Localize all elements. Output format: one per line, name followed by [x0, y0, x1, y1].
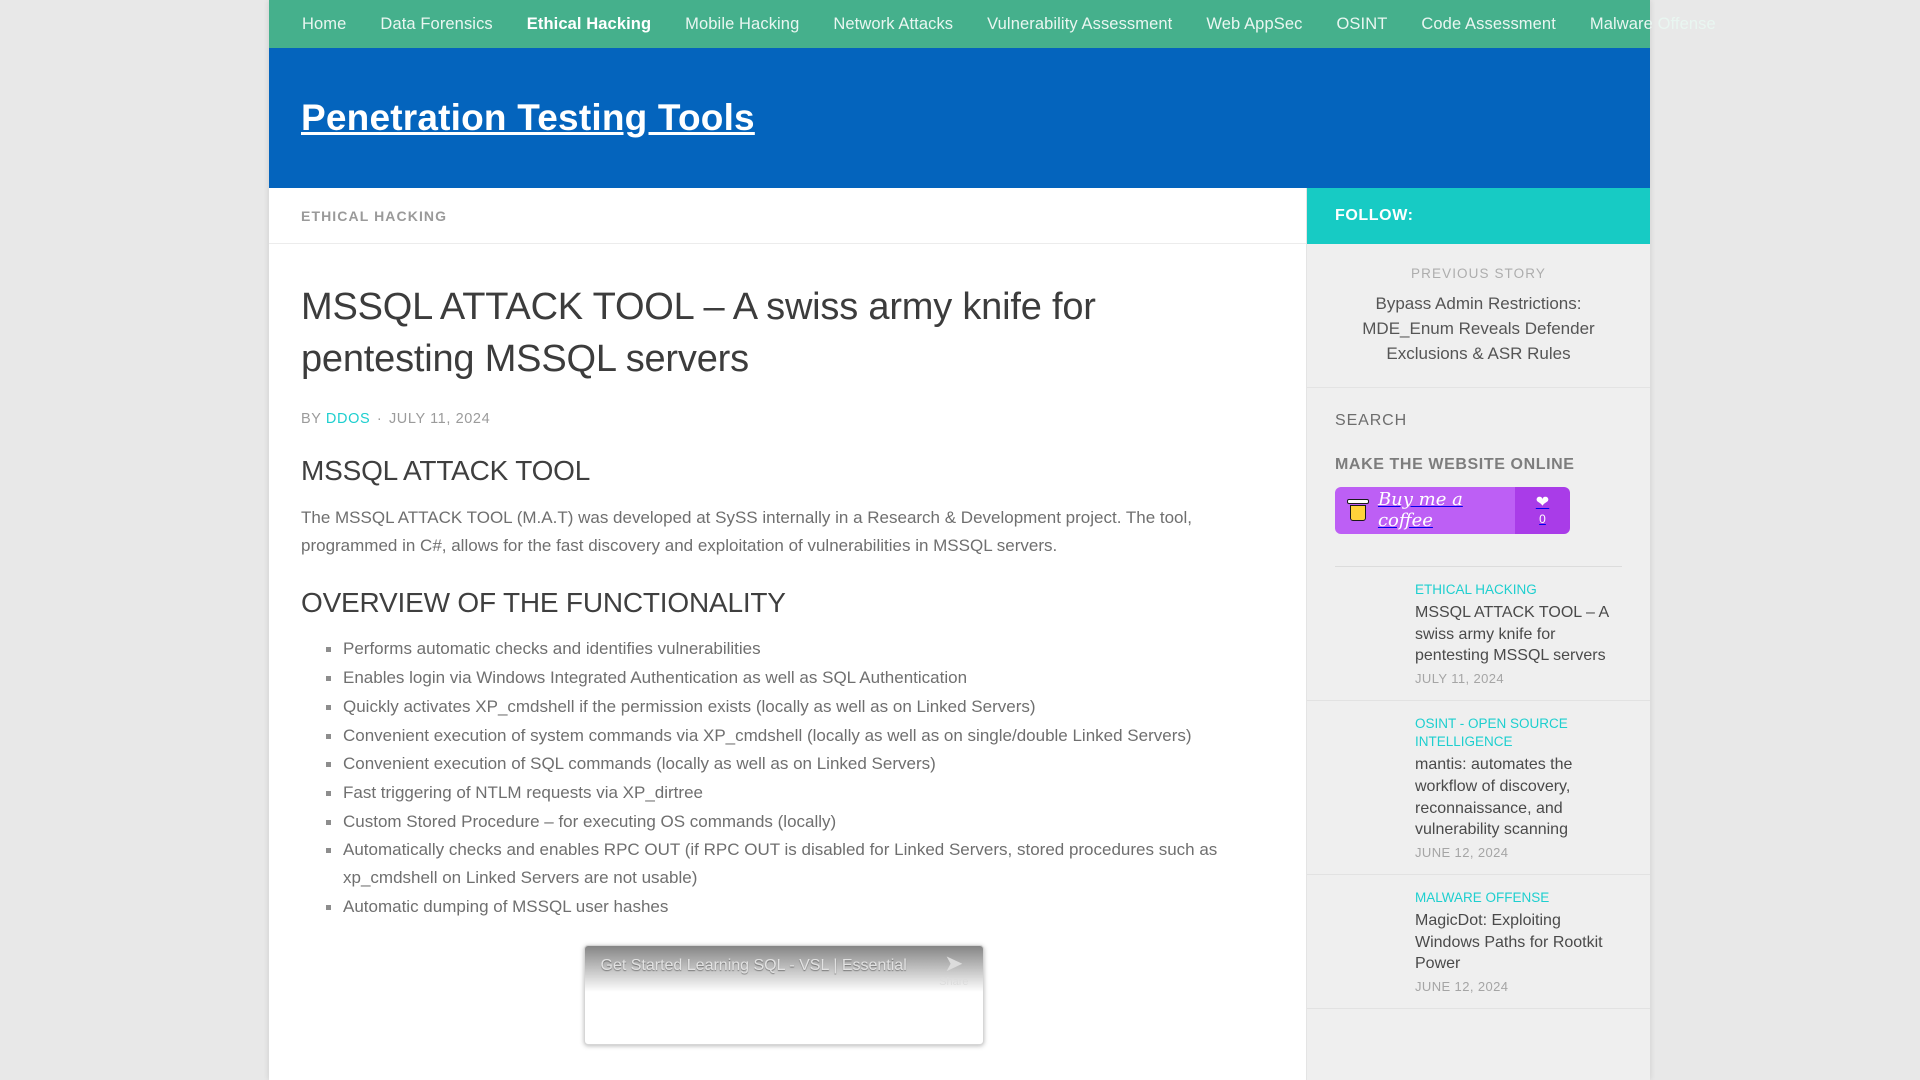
- bmc-count-value: 0: [1539, 511, 1546, 526]
- nav-item-malware-offense[interactable]: Malware Offense: [1573, 0, 1733, 48]
- post-title: MagicDot: Exploiting Windows Paths for R…: [1415, 911, 1603, 973]
- support-widget: MAKE THE WEBSITE ONLINE Buy me a coffee …: [1307, 430, 1650, 534]
- post-meta: MALWARE OFFENSE MagicDot: Exploiting Wind…: [1415, 889, 1622, 994]
- article-paragraph-1: The MSSQL ATTACK TOOL (M.A.T) was develo…: [301, 508, 1192, 555]
- breadcrumb-category-link[interactable]: ETHICAL HACKING: [301, 208, 447, 224]
- feature-list-item: Custom Stored Procedure – for executing …: [326, 808, 1266, 836]
- search-widget-title: SEARCH: [1335, 411, 1408, 429]
- nav-item-data-forensics[interactable]: Data Forensics: [363, 0, 509, 48]
- post-meta: ETHICAL HACKING MSSQL ATTACK TOOL – A swi…: [1415, 581, 1622, 686]
- feature-list-item: Convenient execution of system commands …: [326, 722, 1266, 750]
- nav-item-code-assessment[interactable]: Code Assessment: [1404, 0, 1572, 48]
- nav-item-mobile-hacking[interactable]: Mobile Hacking: [668, 0, 816, 48]
- nav-item-ethical-hacking[interactable]: Ethical Hacking: [510, 0, 668, 48]
- nav-item-osint[interactable]: OSINT: [1319, 0, 1404, 48]
- post-date: JUNE 12, 2024: [1415, 978, 1509, 994]
- previous-story-link[interactable]: Bypass Admin Restrictions: MDE_Enum Reve…: [1333, 292, 1624, 367]
- post-category: OSINT - OPEN SOURCE INTELLIGENCE: [1415, 715, 1568, 750]
- post-category: MALWARE OFFENSE: [1415, 889, 1550, 905]
- site-page: Home Data Forensics Ethical Hacking Mobile …: [269, 0, 1716, 1080]
- breadcrumb: ETHICAL HACKING: [269, 188, 1306, 244]
- post-date: JUNE 12, 2024: [1415, 844, 1509, 860]
- follow-title: FOLLOW:: [1335, 207, 1414, 224]
- video-embed[interactable]: Get Started Learning SQL - VSL | Essenti…: [583, 945, 984, 1046]
- nav-item-vulnerability-assessment[interactable]: Vulnerability Assessment: [970, 0, 1189, 48]
- post-category: ETHICAL HACKING: [1415, 581, 1537, 597]
- main-content: ETHICAL HACKING MSSQL ATTACK TOOL – A sw…: [269, 188, 1306, 1080]
- by-label: BY: [301, 411, 322, 428]
- buy-me-a-coffee-button[interactable]: Buy me a coffee ❤ 0: [1335, 486, 1570, 534]
- list-item[interactable]: MALWARE OFFENSE MagicDot: Exploiting Wind…: [1307, 875, 1650, 1009]
- bmc-label: Buy me a coffee: [1377, 489, 1463, 532]
- search-widget: SEARCH: [1307, 388, 1650, 430]
- article-date: JULY 11, 2024: [388, 411, 491, 428]
- feature-list-item: Automatically checks and enables RPC OUT…: [326, 836, 1266, 891]
- article: MSSQL ATTACK TOOL – A swiss army knife f…: [269, 244, 1306, 1046]
- byline-separator: ·: [376, 411, 383, 428]
- nav-item-home[interactable]: Home: [285, 0, 363, 48]
- feature-list-item: Automatic dumping of MSSQL user hashes: [326, 893, 1266, 921]
- site-title[interactable]: Penetration Testing Tools: [301, 97, 755, 139]
- section-heading-2: OVERVIEW OF THE FUNCTIONALITY: [301, 587, 786, 619]
- feature-list-item: Quickly activates XP_cmdshell if the per…: [326, 693, 1266, 721]
- section-heading-1: MSSQL ATTACK TOOL: [301, 455, 591, 487]
- support-widget-title: MAKE THE WEBSITE ONLINE: [1335, 455, 1575, 473]
- content-columns: ETHICAL HACKING MSSQL ATTACK TOOL – A sw…: [269, 188, 1650, 1080]
- feature-list-item: Performs automatic checks and identifies…: [326, 635, 1266, 663]
- list-item[interactable]: ETHICAL HACKING MSSQL ATTACK TOOL – A swi…: [1307, 567, 1650, 701]
- bmc-main-area: Buy me a coffee: [1335, 486, 1515, 534]
- post-title: MSSQL ATTACK TOOL – A swiss army knife f…: [1415, 604, 1609, 665]
- post-thumbnail: [1335, 580, 1403, 649]
- primary-navigation: Home Data Forensics Ethical Hacking Mobile …: [269, 0, 1716, 48]
- video-share-button[interactable]: ➤ Share: [939, 950, 969, 989]
- previous-story-label: PREVIOUS STORY: [1411, 266, 1546, 281]
- follow-header: FOLLOW:: [1307, 188, 1650, 244]
- feature-list-item: Convenient execution of SQL commands (lo…: [326, 750, 1266, 778]
- nav-item-web-appsec[interactable]: Web AppSec: [1189, 0, 1319, 48]
- recent-posts-list: ETHICAL HACKING MSSQL ATTACK TOOL – A swi…: [1307, 567, 1650, 1009]
- nav-item-network-attacks[interactable]: Network Attacks: [816, 0, 970, 48]
- feature-list: Performs automatic checks and identifies…: [301, 635, 1266, 920]
- post-meta: OSINT - OPEN SOURCE INTELLIGENCE mantis: …: [1415, 715, 1622, 860]
- post-thumbnail: [1335, 714, 1403, 783]
- video-title[interactable]: Get Started Learning SQL - VSL | Essenti…: [601, 957, 911, 975]
- video-player[interactable]: Get Started Learning SQL - VSL | Essenti…: [583, 945, 984, 1046]
- post-title: mantis: automates the workflow of discov…: [1415, 756, 1573, 839]
- heart-icon: ❤: [1535, 493, 1550, 511]
- feature-list-item: Fast triggering of NTLM requests via XP_…: [326, 779, 1266, 807]
- bmc-like-counter[interactable]: ❤ 0: [1515, 486, 1570, 534]
- share-label: Share: [939, 976, 969, 989]
- share-arrow-icon: ➤: [944, 950, 964, 977]
- feature-list-item: Enables login via Windows Integrated Aut…: [326, 664, 1266, 692]
- site-masthead: Penetration Testing Tools: [269, 48, 1650, 188]
- sidebar: FOLLOW: PREVIOUS STORY Bypass Admin Rest…: [1306, 188, 1650, 1080]
- list-item[interactable]: OSINT - OPEN SOURCE INTELLIGENCE mantis: …: [1307, 701, 1650, 875]
- page-title: MSSQL ATTACK TOOL – A swiss army knife f…: [301, 286, 1096, 380]
- post-thumbnail: [1335, 888, 1403, 957]
- article-byline: BY DDOS · JULY 11, 2024: [301, 411, 1266, 427]
- previous-story-widget: PREVIOUS STORY Bypass Admin Restrictions…: [1307, 244, 1650, 388]
- post-date: JULY 11, 2024: [1415, 670, 1505, 686]
- coffee-cup-icon: [1347, 499, 1369, 522]
- author-link[interactable]: DDOS: [326, 411, 370, 427]
